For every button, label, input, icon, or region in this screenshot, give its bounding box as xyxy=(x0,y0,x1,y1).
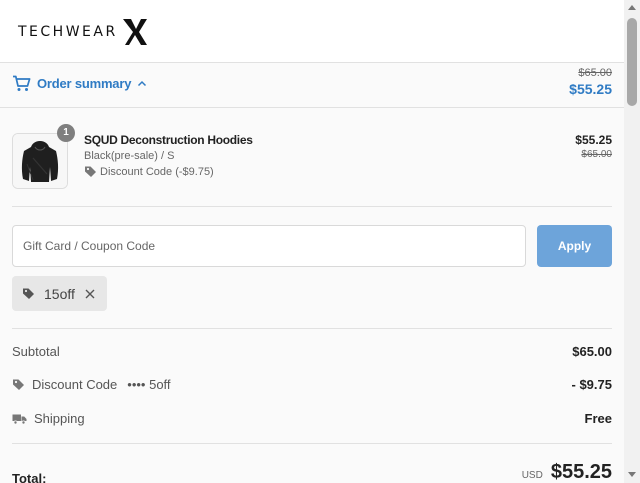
scrollbar-thumb[interactable] xyxy=(627,18,637,106)
original-total: $65.00 xyxy=(578,67,612,79)
site-header: TECHWEAR xyxy=(0,0,624,63)
scroll-down-arrow-icon[interactable] xyxy=(627,469,637,479)
summary-price: $65.00 $55.25 xyxy=(569,67,612,97)
vertical-scrollbar[interactable] xyxy=(624,0,640,483)
total-value: $55.25 xyxy=(550,461,612,483)
order-summary-label: Order summary xyxy=(37,76,132,91)
product-price: $55.25 xyxy=(575,133,612,147)
order-summary-toggle-button[interactable]: Order summary xyxy=(12,75,147,92)
close-icon xyxy=(85,289,95,298)
divider xyxy=(12,443,612,444)
divider xyxy=(12,206,612,207)
hoodie-image xyxy=(13,134,67,188)
discount-label-group: Discount Code •••• 5off xyxy=(12,377,171,392)
product-variant: Black(pre-sale) / S xyxy=(84,150,175,162)
currency-code: USD xyxy=(521,470,543,481)
truck-icon xyxy=(12,414,27,425)
subtotal-label: Subtotal xyxy=(12,344,60,359)
shipping-label: Shipping xyxy=(34,411,85,426)
total-label: Total: xyxy=(12,471,47,483)
order-summary-toggle[interactable]: Order summary $65.00 $55.25 xyxy=(0,63,624,108)
divider xyxy=(12,328,612,329)
product-thumbnail: 1 xyxy=(12,124,75,189)
shipping-value: Free xyxy=(584,411,612,426)
quantity-badge: 1 xyxy=(57,124,75,142)
checkout-summary: Order summary $65.00 $55.25 1 SQUD Decon… xyxy=(0,63,624,483)
cart-icon xyxy=(13,75,31,91)
brand-logo[interactable]: TECHWEAR xyxy=(18,17,148,47)
applied-coupon-code: 15off xyxy=(44,285,75,302)
tag-icon xyxy=(23,288,34,299)
product-original-price: $65.00 xyxy=(581,149,612,160)
discount-label: Discount Code xyxy=(32,377,118,392)
product-title: SQUD Deconstruction Hoodies xyxy=(84,133,253,147)
scroll-up-arrow-icon[interactable] xyxy=(627,3,637,13)
subtotal-row: Subtotal $65.00 xyxy=(12,344,612,364)
product-info: SQUD Deconstruction Hoodies Black(pre-sa… xyxy=(84,133,253,178)
tag-icon xyxy=(13,379,24,390)
total-amount: USD $55.25 xyxy=(522,461,612,483)
chevron-up-icon xyxy=(138,80,147,87)
discount-value: - $9.75 xyxy=(571,377,612,392)
coupon-input[interactable] xyxy=(12,225,526,267)
product-prices: $55.25 $65.00 xyxy=(575,133,612,160)
discount-code: •••• 5off xyxy=(127,377,171,392)
total-row: Total: USD $55.25 xyxy=(12,461,612,483)
subtotal-value: $65.00 xyxy=(572,344,612,359)
techwear-x-logo-icon xyxy=(122,19,147,45)
tag-icon xyxy=(85,166,96,177)
remove-coupon-button[interactable] xyxy=(85,289,95,299)
brand-name: TECHWEAR xyxy=(18,24,118,40)
product-discount-label: Discount Code (-$9.75) xyxy=(100,165,214,178)
discounted-total: $55.25 xyxy=(569,81,612,97)
product-discount: Discount Code (-$9.75) xyxy=(84,165,253,178)
apply-button[interactable]: Apply xyxy=(537,225,612,267)
discount-row: Discount Code •••• 5off - $9.75 xyxy=(12,377,612,397)
shipping-label-group: Shipping xyxy=(12,411,85,426)
line-item: 1 SQUD Deconstruction Hoodies Black(pre-… xyxy=(12,124,612,193)
applied-coupon-chip: 15off xyxy=(12,276,107,311)
shipping-row: Shipping Free xyxy=(12,411,612,431)
